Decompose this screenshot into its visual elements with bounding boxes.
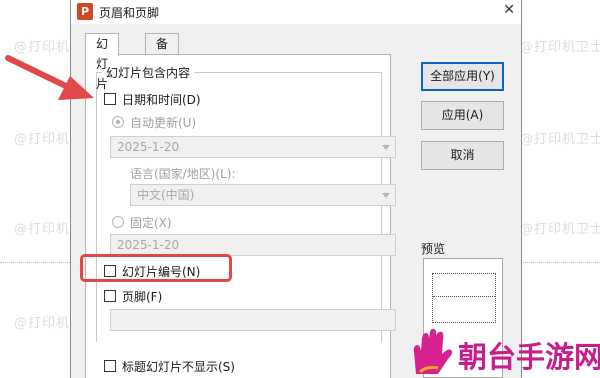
hand-logo-icon (413, 328, 452, 374)
brand-watermark: 朝台手游网 (406, 326, 600, 378)
screenshot-canvas: @打印机卫士 @打印机卫士 @打印机卫士 @打印机卫士 @打印机卫士 @打印机卫… (0, 0, 600, 378)
annotation-arrow-icon (5, 55, 94, 100)
tab-slides[interactable]: 幻灯片 (85, 33, 120, 91)
brand-name: 朝台手游网 (458, 340, 600, 374)
